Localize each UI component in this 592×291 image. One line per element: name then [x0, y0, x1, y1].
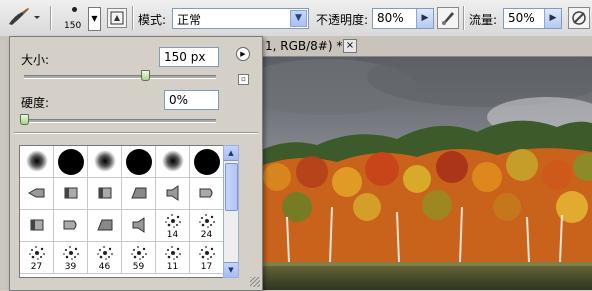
brush-preset-preview[interactable]: 150	[60, 3, 90, 33]
brush-preset-hard-icon[interactable]	[54, 146, 88, 178]
chevron-right-icon[interactable]: ▶	[416, 9, 433, 28]
flow-label: 流量:	[469, 13, 498, 27]
brush-preset-size-label: 46	[98, 262, 111, 272]
panel-menu-icon[interactable]: ▶	[236, 47, 250, 61]
mode-label: 模式:	[138, 13, 167, 27]
brush-preset-picker-panel: 大小: 150 px ▶ ▫ 硬度: 0% 14 24 27 39 46 59 11 17 ▲…	[9, 36, 263, 291]
scrollbar-thumb[interactable]	[225, 163, 238, 211]
brush-panel-toggle-icon[interactable]	[107, 8, 127, 28]
airbrush-icon[interactable]	[568, 7, 590, 29]
brush-preset-soft-icon[interactable]	[156, 146, 190, 178]
brush-preset-spray-icon[interactable]: 27	[20, 242, 54, 274]
brush-preset-spray-icon[interactable]: 14	[156, 210, 190, 242]
flow-input[interactable]: 50% ▶	[503, 8, 562, 29]
brush-preset-tip3-icon[interactable]	[122, 178, 156, 210]
brush-preset-dropdown-button[interactable]: ▼	[88, 7, 101, 31]
size-input[interactable]: 150 px	[159, 47, 219, 67]
brush-preset-tip2-icon[interactable]	[54, 178, 88, 210]
scroll-down-icon[interactable]: ▼	[224, 262, 238, 277]
brush-preset-tip1-icon[interactable]	[20, 178, 54, 210]
brush-preset-tip5-icon[interactable]	[54, 210, 88, 242]
size-label: 大小:	[21, 53, 50, 67]
document-tab-title[interactable]: 1, RGB/8#) *	[265, 39, 342, 53]
flow-value: 50%	[508, 11, 535, 25]
brush-preset-spray-icon[interactable]: 39	[54, 242, 88, 274]
brush-preset-tip2-icon[interactable]	[88, 178, 122, 210]
brush-preset-tip2-icon[interactable]	[20, 210, 54, 242]
mode-select-value: 正常	[177, 13, 202, 27]
opacity-label: 不透明度:	[316, 13, 369, 27]
separator	[463, 6, 465, 30]
brush-preset-size-label: 11	[166, 262, 179, 272]
hardness-input[interactable]: 0%	[164, 90, 219, 110]
size-slider-track[interactable]	[24, 75, 216, 79]
brush-preset-size-label: 27	[30, 262, 43, 272]
mode-select[interactable]: 正常 ▼	[172, 8, 309, 29]
brush-preset-tip4-icon[interactable]	[122, 210, 156, 242]
brush-presets-list: 14 24 27 39 46 59 11 17	[19, 145, 226, 278]
opacity-value: 80%	[377, 11, 404, 25]
size-input-value: 150 px	[164, 50, 206, 64]
hardness-input-value: 0%	[169, 93, 189, 107]
brush-preset-size-label: 14	[166, 230, 179, 240]
brush-preset-spray-icon[interactable]: 17	[190, 242, 224, 274]
brush-preset-size-label: 17	[200, 262, 213, 272]
hardness-slider-track[interactable]	[24, 119, 216, 123]
brush-dot-icon	[72, 7, 77, 12]
chevron-right-icon[interactable]: ▶	[544, 9, 561, 28]
brush-preset-spray-icon[interactable]: 11	[156, 242, 190, 274]
hardness-label: 硬度:	[21, 96, 50, 110]
brush-preset-spray-icon[interactable]: 59	[122, 242, 156, 274]
presets-scrollbar[interactable]: ▲ ▼	[223, 145, 239, 278]
brush-tool-icon[interactable]	[6, 6, 40, 28]
brush-preset-size-label: 24	[200, 230, 213, 240]
resize-grip-icon[interactable]	[250, 277, 260, 287]
brush-preset-tip5-icon[interactable]	[190, 178, 224, 210]
chevron-down-icon: ▼	[290, 10, 307, 27]
separator	[50, 6, 52, 30]
brush-preset-soft-icon[interactable]	[20, 146, 54, 178]
new-preset-icon[interactable]: ▫	[238, 74, 249, 85]
tablet-pressure-opacity-icon[interactable]	[437, 7, 459, 29]
brush-preset-size-label: 39	[64, 262, 77, 272]
document-canvas-image	[257, 57, 592, 290]
brush-preset-tip4-icon[interactable]	[156, 178, 190, 210]
scroll-up-icon[interactable]: ▲	[224, 146, 238, 161]
options-bar: 150 ▼ 模式: 正常 ▼ 不透明度: 80% ▶ 流量: 50% ▶	[0, 0, 592, 37]
brush-preset-hard-icon[interactable]	[122, 146, 156, 178]
size-slider-thumb[interactable]	[140, 70, 150, 81]
brush-preset-spray-icon[interactable]: 46	[88, 242, 122, 274]
brush-preset-spray-icon[interactable]: 24	[190, 210, 224, 242]
chevron-down-icon: ▼	[91, 14, 98, 23]
brush-preset-soft-icon[interactable]	[88, 146, 122, 178]
brush-preset-tip3-icon[interactable]	[88, 210, 122, 242]
close-icon[interactable]: ×	[343, 39, 357, 53]
separator	[132, 6, 134, 30]
hardness-slider-thumb[interactable]	[20, 114, 29, 125]
separator	[14, 132, 258, 134]
brush-preset-hard-icon[interactable]	[190, 146, 224, 178]
brush-size-readout: 150	[64, 21, 82, 31]
opacity-input[interactable]: 80% ▶	[372, 8, 434, 29]
document-tab-bar: 1, RGB/8#) * ×	[257, 36, 592, 57]
brush-preset-size-label: 59	[132, 262, 145, 272]
